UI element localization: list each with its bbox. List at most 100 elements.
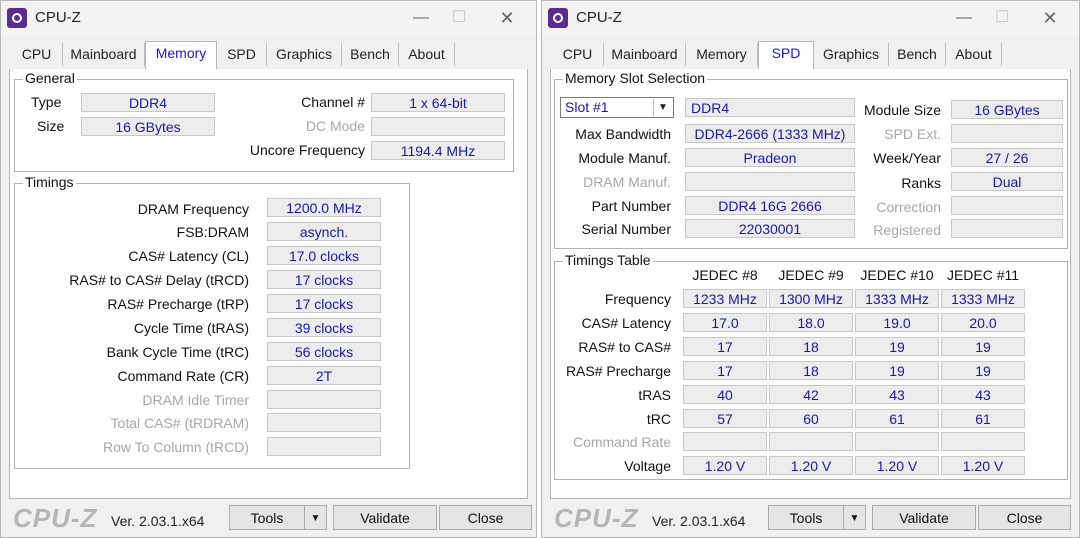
cpu-z-logo: CPU-Z — [554, 503, 639, 533]
channel-label: Channel # — [301, 94, 365, 110]
timing-label: Row To Column (tRCD) — [103, 439, 249, 455]
window-title: CPU-Z — [576, 9, 622, 26]
module-manuf-label: Module Manuf. — [578, 150, 671, 166]
column-header: JEDEC #11 — [946, 267, 1020, 283]
validate-button[interactable]: Validate — [333, 505, 437, 530]
footer-bar: CPU-Z Ver. 2.03.1.x64 Tools ▼ Validate C… — [1, 499, 536, 537]
table-cell: 19 — [855, 361, 939, 380]
module-size-label: Module Size — [863, 102, 941, 118]
tab-graphics[interactable]: Graphics — [267, 43, 342, 66]
registered-label: Registered — [873, 222, 941, 238]
maximize-icon[interactable]: ☐ — [444, 5, 474, 31]
slot-select-value: Slot #1 — [565, 99, 609, 115]
tab-memory[interactable]: Memory — [686, 43, 758, 66]
table-cell: 18 — [769, 337, 853, 356]
size-label: Size — [37, 118, 65, 134]
table-cell — [855, 432, 939, 451]
timing-value: 39 clocks — [267, 318, 381, 337]
channel-value: 1 x 64-bit — [371, 93, 505, 112]
minimize-icon[interactable]: — — [406, 5, 436, 31]
tab-about[interactable]: About — [399, 43, 455, 66]
table-cell: 1333 MHz — [855, 289, 939, 308]
timing-value: 17.0 clocks — [267, 246, 381, 265]
week-year-value: 27 / 26 — [951, 148, 1063, 167]
table-cell: 1.20 V — [941, 456, 1025, 475]
tab-cpu[interactable]: CPU — [11, 43, 63, 66]
tab-cpu[interactable]: CPU — [552, 43, 604, 66]
title-bar[interactable]: CPU-Z — ☐ ✕ — [542, 1, 1079, 35]
tab-bench[interactable]: Bench — [889, 43, 946, 66]
minimize-icon[interactable]: — — [949, 5, 979, 31]
spd-ext-label: SPD Ext. — [884, 126, 941, 142]
timing-label: FSB:DRAM — [176, 224, 249, 240]
table-cell: 57 — [683, 409, 767, 428]
max-bandwidth-value: DDR4-2666 (1333 MHz) — [685, 124, 855, 143]
ranks-label: Ranks — [901, 175, 941, 191]
tab-spd[interactable]: SPD — [217, 43, 267, 66]
timings-table-group: Timings Table JEDEC #8 JEDEC #9 JEDEC #1… — [554, 252, 1068, 480]
max-bandwidth-label: Max Bandwidth — [575, 126, 671, 142]
timing-value: 17 clocks — [267, 270, 381, 289]
table-cell: 60 — [769, 409, 853, 428]
module-type-value: DDR4 — [685, 98, 855, 117]
table-cell — [941, 432, 1025, 451]
row-label: RAS# to CAS# — [578, 339, 671, 355]
slot-selection-label: Memory Slot Selection — [563, 70, 708, 86]
module-size-value: 16 GBytes — [951, 100, 1063, 119]
close-icon[interactable]: ✕ — [1035, 5, 1065, 31]
general-group: General Type DDR4 Size 16 GBytes Channel… — [14, 70, 514, 172]
row-label: Voltage — [624, 458, 671, 474]
memory-panel: General Type DDR4 Size 16 GBytes Channel… — [9, 69, 528, 499]
type-label: Type — [31, 94, 62, 110]
row-label: CAS# Latency — [581, 315, 672, 331]
table-cell: 17 — [683, 337, 767, 356]
cpu-z-icon — [548, 8, 568, 28]
tab-mainboard[interactable]: Mainboard — [63, 43, 145, 66]
tools-button[interactable]: Tools — [229, 505, 305, 530]
tab-spd[interactable]: SPD — [758, 41, 814, 69]
validate-button[interactable]: Validate — [872, 505, 976, 530]
tab-graphics[interactable]: Graphics — [814, 43, 889, 66]
timing-label: Command Rate (CR) — [117, 368, 249, 384]
tab-about[interactable]: About — [946, 43, 1002, 66]
ranks-value: Dual — [951, 172, 1063, 191]
part-number-value: DDR4 16G 2666 — [685, 196, 855, 215]
chevron-down-icon[interactable]: ▼ — [304, 505, 327, 530]
table-cell: 1.20 V — [683, 456, 767, 475]
part-number-label: Part Number — [591, 198, 671, 214]
title-bar[interactable]: CPU-Z — ☐ ✕ — [1, 1, 536, 35]
tools-button[interactable]: Tools — [768, 505, 844, 530]
timing-value — [267, 437, 381, 456]
timing-label: Bank Cycle Time (tRC) — [106, 344, 249, 360]
timing-label: RAS# Precharge (tRP) — [107, 296, 249, 312]
slot-selection-group: Memory Slot Selection Slot #1 ▼ DDR4 Max… — [554, 70, 1068, 249]
module-manuf-value: Pradeon — [685, 148, 855, 167]
slot-select[interactable]: Slot #1 ▼ — [560, 97, 674, 118]
tab-mainboard[interactable]: Mainboard — [604, 43, 686, 66]
close-icon[interactable]: ✕ — [492, 5, 522, 31]
timings-group: Timings DRAM Frequency 1200.0 MHz FSB:DR… — [14, 174, 410, 469]
registered-value — [951, 219, 1063, 238]
correction-value — [951, 196, 1063, 215]
dram-manuf-value — [685, 172, 855, 191]
timing-value: 2T — [267, 366, 381, 385]
maximize-icon[interactable]: ☐ — [987, 5, 1017, 31]
tab-memory[interactable]: Memory — [145, 41, 217, 69]
row-label: Frequency — [604, 291, 671, 307]
tab-bench[interactable]: Bench — [342, 43, 399, 66]
table-cell: 19 — [855, 337, 939, 356]
table-cell: 61 — [855, 409, 939, 428]
close-button[interactable]: Close — [978, 505, 1071, 530]
chevron-down-icon[interactable]: ▼ — [653, 99, 672, 116]
uncore-value: 1194.4 MHz — [371, 141, 505, 160]
dc-mode-label: DC Mode — [305, 118, 365, 134]
dc-mode-value — [371, 117, 505, 136]
cpuz-window-memory: CPU-Z — ☐ ✕ CPU Mainboard Memory SPD Gra… — [0, 0, 537, 538]
close-button[interactable]: Close — [439, 505, 532, 530]
timing-label: DRAM Frequency — [137, 201, 249, 217]
chevron-down-icon[interactable]: ▼ — [843, 505, 866, 530]
table-cell: 61 — [941, 409, 1025, 428]
week-year-label: Week/Year — [873, 150, 941, 166]
timing-value — [267, 413, 381, 432]
serial-number-value: 22030001 — [685, 219, 855, 238]
